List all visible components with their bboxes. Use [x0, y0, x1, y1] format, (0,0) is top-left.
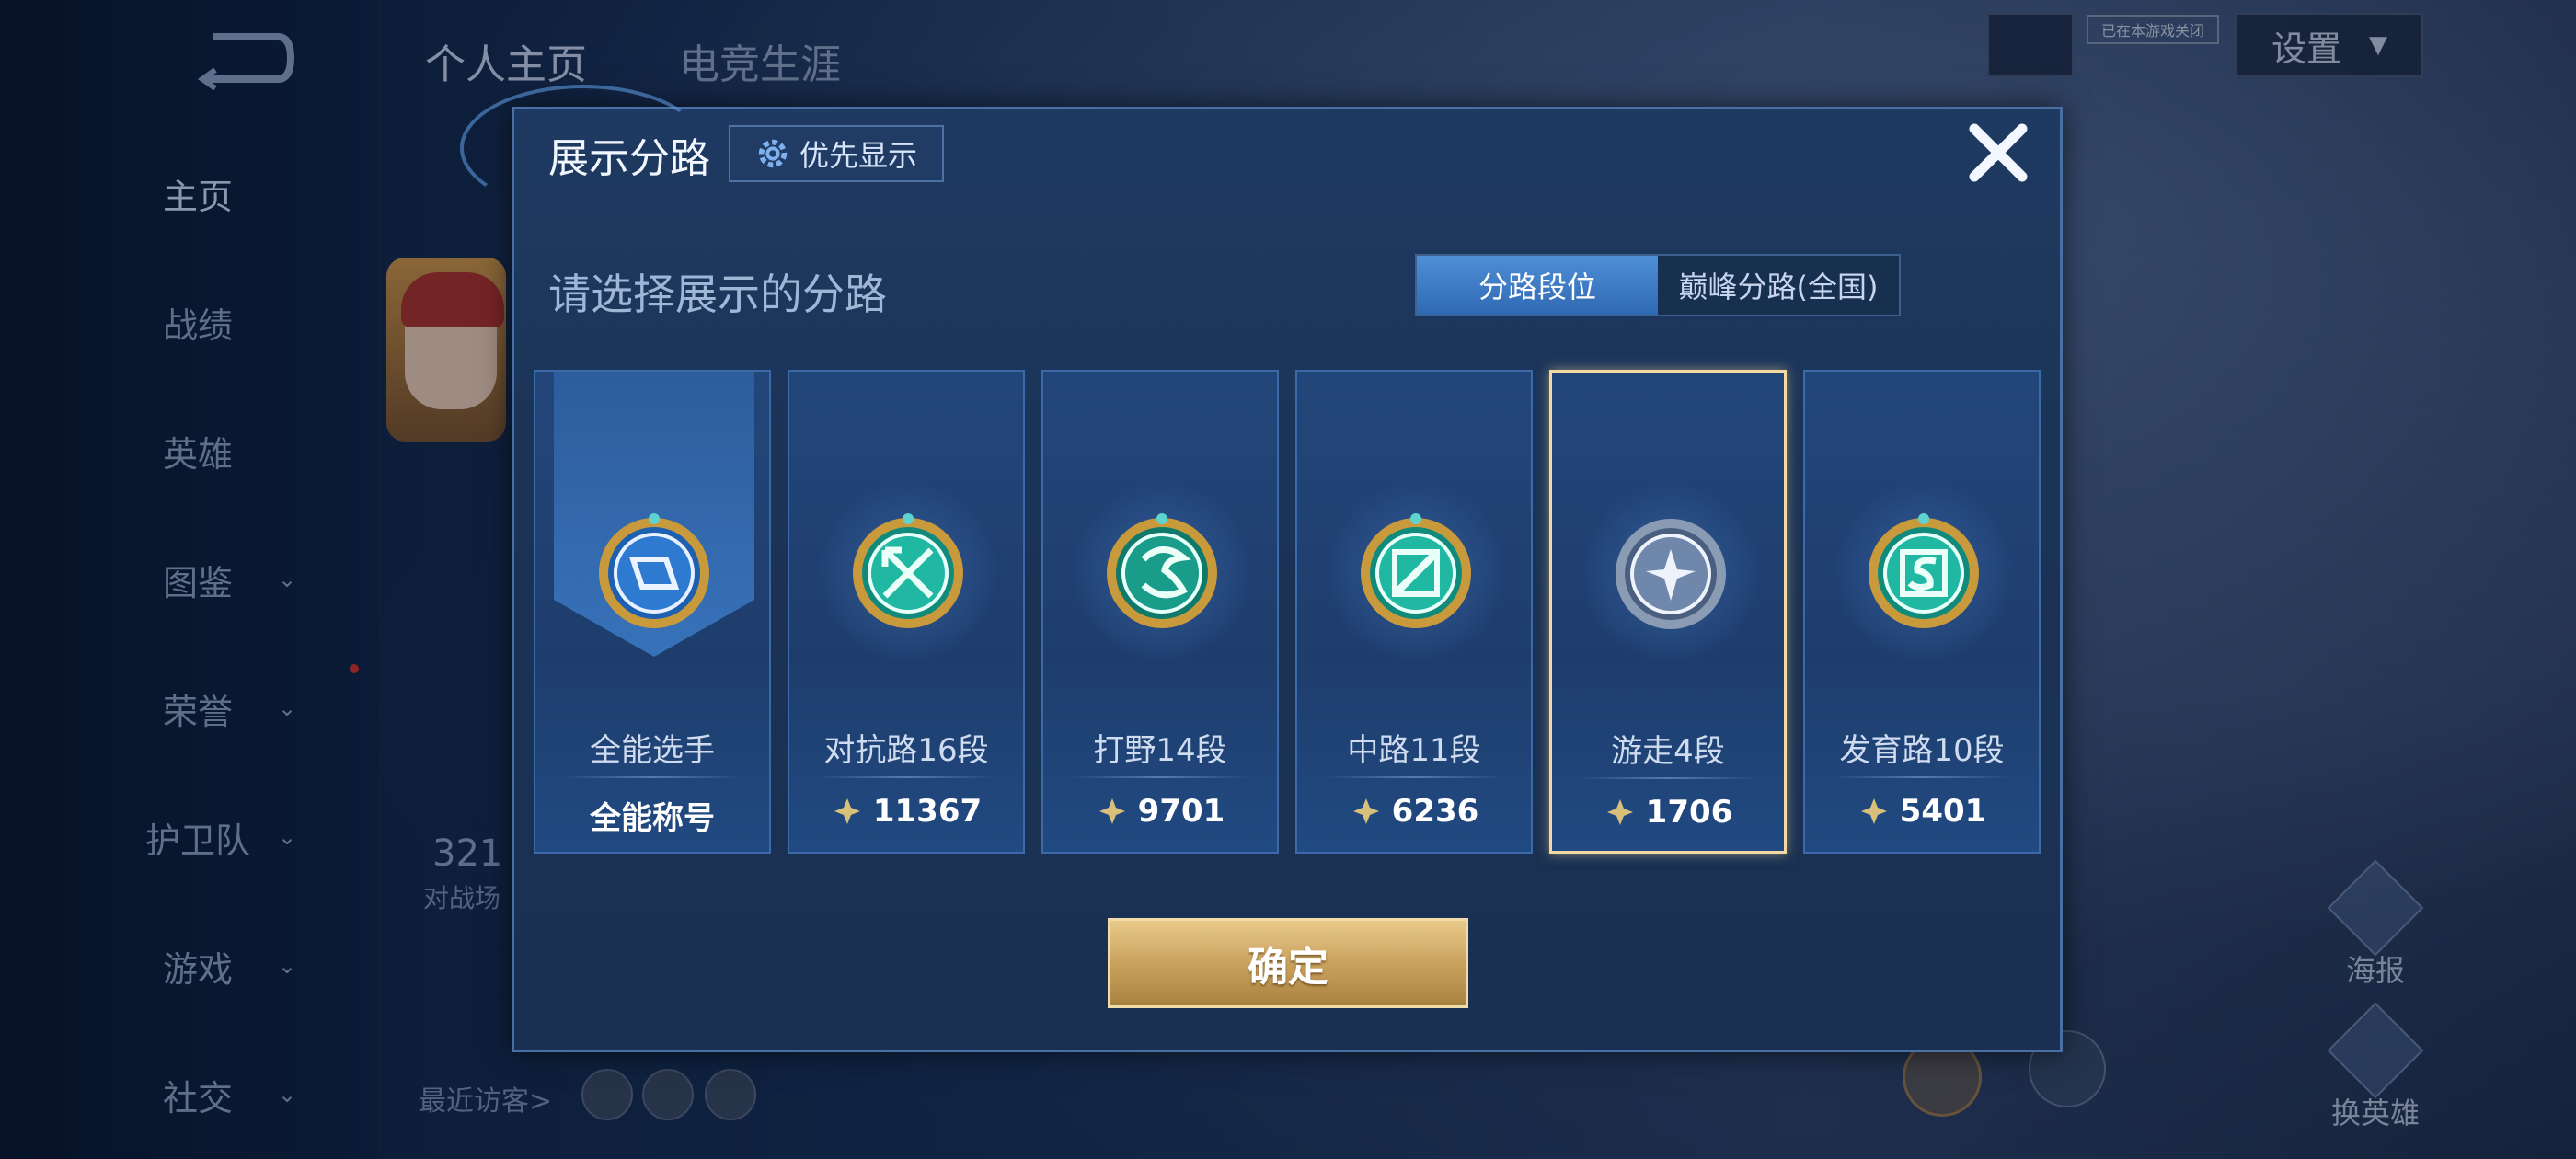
gear-icon: [758, 139, 788, 168]
mid-lane-badge-icon: [1361, 513, 1471, 628]
lane-score: 11367: [789, 793, 1023, 830]
close-icon[interactable]: [1965, 120, 2031, 186]
clash-lane-badge-icon: [853, 513, 963, 628]
lane-score: 6236: [1297, 793, 1531, 830]
lane-card-roam[interactable]: 游走4段 1706: [1549, 370, 1787, 854]
points-icon: [1352, 798, 1379, 824]
lane-score-value: 6236: [1391, 793, 1479, 830]
lane-score-value: 全能称号: [590, 800, 715, 837]
divider: [563, 776, 742, 778]
lane-card-all-round[interactable]: 全能选手 全能称号: [534, 370, 771, 854]
lane-score-value: 9701: [1137, 793, 1225, 830]
lane-score-value: 11367: [872, 793, 983, 830]
divider: [1833, 776, 2011, 778]
lane-card-jungle[interactable]: 打野14段 9701: [1041, 370, 1279, 854]
dialog-title: 展示分路: [548, 135, 710, 182]
lane-name: 发育路10段: [1839, 732, 2005, 769]
lane-card-farm[interactable]: 发育路10段 5401: [1803, 370, 2041, 854]
divider: [1071, 776, 1249, 778]
roam-badge-icon: [1616, 519, 1726, 629]
priority-display-button[interactable]: 优先显示: [729, 125, 944, 182]
lane-score: 全能称号: [535, 793, 769, 838]
divider: [817, 776, 995, 778]
confirm-button[interactable]: 确定: [1108, 918, 1468, 1008]
lane-card-mid[interactable]: 中路11段 6236: [1295, 370, 1533, 854]
lane-score: 1706: [1552, 794, 1784, 831]
farm-lane-badge-icon: [1869, 513, 1979, 628]
lane-mode-toggle: 分路段位 巅峰分路(全国): [1415, 254, 1901, 316]
points-icon: [1606, 799, 1633, 825]
jungle-badge-icon: [1107, 513, 1217, 628]
lane-name: 游走4段: [1611, 733, 1725, 770]
lane-score-value: 5401: [1899, 793, 1987, 830]
points-icon: [1098, 798, 1125, 824]
divider: [1580, 777, 1756, 779]
lane-name: 打野14段: [1093, 732, 1227, 769]
all-round-badge-icon: [599, 513, 709, 628]
lane-score: 5401: [1805, 793, 2039, 830]
divider: [1325, 776, 1503, 778]
points-icon: [834, 798, 860, 824]
points-icon: [1860, 798, 1887, 824]
lane-score-value: 1706: [1645, 794, 1733, 831]
lane-name: 全能选手: [590, 732, 715, 769]
dialog-subtitle: 请选择展示的分路: [548, 270, 887, 319]
tab-lane-rank[interactable]: 分路段位: [1417, 256, 1658, 315]
lane-name: 对抗路16段: [823, 732, 989, 769]
lane-score: 9701: [1043, 793, 1277, 830]
tab-peak-lane[interactable]: 巅峰分路(全国): [1658, 256, 1899, 315]
lane-name: 中路11段: [1347, 732, 1481, 769]
priority-display-label: 优先显示: [799, 138, 917, 173]
lane-card-clash[interactable]: 对抗路16段 11367: [788, 370, 1025, 854]
